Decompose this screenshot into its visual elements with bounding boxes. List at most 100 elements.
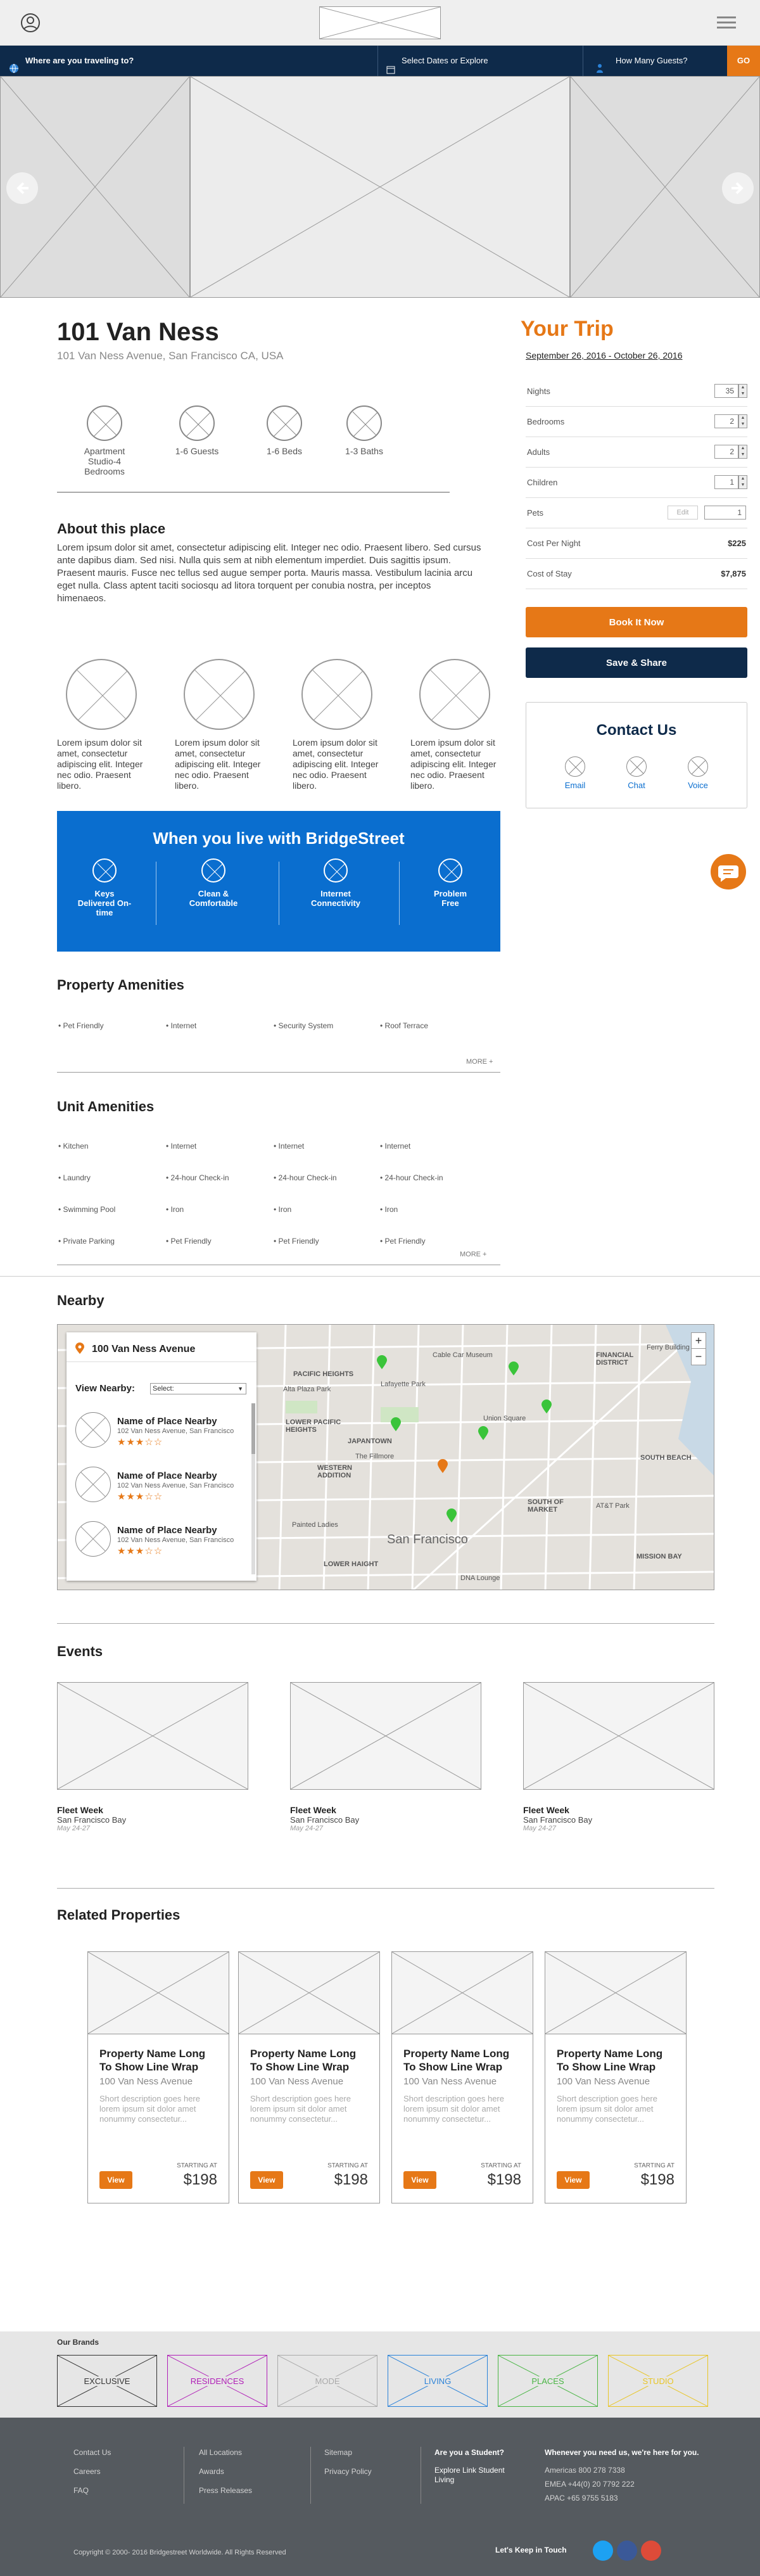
pets-edit-button[interactable]: Edit <box>668 506 698 520</box>
save-share-button[interactable]: Save & Share <box>526 647 747 678</box>
social-facebook-icon[interactable] <box>617 2541 637 2561</box>
map-pin-icon[interactable] <box>509 1361 519 1375</box>
benefit-problem-free: Problem Free <box>403 858 498 908</box>
stepper-arrows-icon[interactable]: ▲ ▼ <box>738 475 747 489</box>
trip-dates-link[interactable]: September 26, 2016 - October 26, 2016 <box>526 350 683 360</box>
gallery-next-arrow-icon[interactable] <box>722 172 754 204</box>
brand-logo-exclusive[interactable]: EXCLUSIVE <box>57 2355 157 2407</box>
brand-logo-residences[interactable]: RESIDENCES <box>167 2355 267 2407</box>
view-button[interactable]: View <box>99 2171 132 2189</box>
view-nearby-select[interactable]: Select: ▼ <box>150 1383 246 1394</box>
related-property-card[interactable]: Property Name Long To Show Line Wrap 100 … <box>391 1951 533 2203</box>
unit-amenities-more-link[interactable]: MORE + <box>460 1251 486 1258</box>
copyright: Copyright © 2000- 2016 Bridgestreet Worl… <box>73 2549 286 2556</box>
footer-link[interactable]: Contact Us <box>73 2448 111 2458</box>
footer-link[interactable]: Privacy Policy <box>324 2467 372 2477</box>
stepper-input[interactable]: 35 <box>714 384 738 398</box>
amenity-item: • Private Parking <box>58 1237 115 1246</box>
highlight-text: Lorem ipsum dolor sit amet, consectetur … <box>293 737 379 791</box>
amenity-label: Iron <box>384 1205 398 1214</box>
view-button[interactable]: View <box>250 2171 283 2189</box>
zoom-in-button[interactable]: + <box>692 1333 706 1349</box>
stepper-arrows-icon[interactable]: ▲ ▼ <box>738 384 747 398</box>
footer-link[interactable]: Press Releases <box>199 2486 252 2496</box>
stepper-arrows-icon[interactable]: ▲ ▼ <box>738 414 747 428</box>
stepper-input[interactable]: 1 <box>714 475 738 489</box>
hero-gallery <box>0 76 760 298</box>
footer-link[interactable]: All Locations <box>199 2448 242 2458</box>
student-link[interactable]: Explore Link Student Living <box>434 2466 523 2485</box>
contact-card: Contact Us Email Chat Voice <box>526 702 747 808</box>
user-circle-icon[interactable] <box>20 13 41 33</box>
property-price: $198 <box>183 2171 217 2188</box>
stepper-arrows-icon[interactable]: ▲ ▼ <box>738 445 747 459</box>
social-twitter-icon[interactable] <box>593 2541 613 2561</box>
event-location: San Francisco Bay <box>523 1815 593 1825</box>
field-label: Cost Per Night <box>527 539 581 548</box>
go-button[interactable]: GO <box>727 46 760 76</box>
related-heading: Related Properties <box>57 1907 180 1923</box>
brand-logo-studio[interactable]: STUDIO <box>608 2355 708 2407</box>
gallery-image-main[interactable] <box>190 76 570 298</box>
trip-row-nights: Nights 35 ▲ ▼ <box>526 376 747 407</box>
stepper-input[interactable]: 2 <box>714 414 738 428</box>
divider <box>377 46 378 76</box>
property-pin-icon[interactable] <box>438 1459 448 1473</box>
gallery-prev-arrow-icon[interactable] <box>6 172 38 204</box>
nearby-place-item[interactable]: Name of Place Nearby 102 Van Ness Avenue,… <box>75 1460 253 1511</box>
search-bar: Where are you traveling to? Select Dates… <box>0 46 760 76</box>
pets-input[interactable]: 1 <box>704 506 746 520</box>
footer-link[interactable]: Awards <box>199 2467 224 2477</box>
nearby-map[interactable]: PACIFIC HEIGHTS Alta Plaza Park Lafayett… <box>57 1324 714 1590</box>
student-heading: Are you a Student? <box>434 2448 505 2457</box>
nearby-place-item[interactable]: Name of Place Nearby 102 Van Ness Avenue,… <box>75 1406 253 1457</box>
map-pin-icon[interactable] <box>478 1426 488 1440</box>
property-image <box>239 1952 379 2034</box>
brand-logo-places[interactable]: PLACES <box>498 2355 598 2407</box>
benefit-label: Problem Free <box>433 889 467 908</box>
hamburger-icon[interactable] <box>717 15 736 30</box>
nearby-panel: 100 Van Ness Avenue View Nearby: Select:… <box>66 1332 256 1581</box>
view-button[interactable]: View <box>557 2171 590 2189</box>
stepper-input[interactable]: 2 <box>714 445 738 459</box>
contact-label: Voice <box>688 781 708 790</box>
dates-field[interactable]: Select Dates or Explore <box>386 46 488 76</box>
chat-bubble-icon[interactable] <box>711 854 746 889</box>
map-pin-icon[interactable] <box>542 1400 552 1413</box>
map-pin-icon[interactable] <box>391 1417 401 1431</box>
map-pin-icon[interactable] <box>377 1355 387 1369</box>
logo-placeholder[interactable] <box>319 6 441 39</box>
view-button[interactable]: View <box>403 2171 436 2189</box>
book-it-now-button[interactable]: Book It Now <box>526 607 747 637</box>
brand-logo-living[interactable]: LIVING <box>388 2355 488 2407</box>
field-label: Children <box>527 478 558 487</box>
event-card[interactable]: Fleet Week San Francisco Bay May 24-27 <box>523 1682 714 1832</box>
brand-logo-mode[interactable]: MODE <box>277 2355 377 2407</box>
footer-link[interactable]: Sitemap <box>324 2448 352 2458</box>
event-card[interactable]: Fleet Week San Francisco Bay May 24-27 <box>290 1682 481 1832</box>
social-google-icon[interactable] <box>641 2541 661 2561</box>
map-label: SOUTH OF MARKET <box>528 1498 564 1514</box>
property-amenities-more-link[interactable]: MORE + <box>466 1058 493 1066</box>
dates-placeholder: Select Dates or Explore <box>402 56 488 65</box>
place-name: Name of Place Nearby <box>117 1525 217 1536</box>
location-pin-icon <box>75 1342 84 1354</box>
contact-chat[interactable]: Chat <box>614 756 659 790</box>
nearby-place-item[interactable]: Name of Place Nearby 102 Van Ness Avenue,… <box>75 1515 253 1565</box>
related-property-card[interactable]: Property Name Long To Show Line Wrap 100 … <box>238 1951 380 2203</box>
destination-field[interactable]: Where are you traveling to? <box>9 46 134 76</box>
contact-voice[interactable]: Voice <box>676 756 720 790</box>
related-property-card[interactable]: Property Name Long To Show Line Wrap 100 … <box>87 1951 229 2203</box>
zoom-out-button[interactable]: − <box>692 1349 706 1365</box>
amenity-label: Pet Friendly <box>170 1237 212 1246</box>
benefits-heading: When you live with BridgeStreet <box>153 829 405 848</box>
contact-email[interactable]: Email <box>553 756 597 790</box>
related-property-card[interactable]: Property Name Long To Show Line Wrap 100 … <box>545 1951 687 2203</box>
event-card[interactable]: Fleet Week San Francisco Bay May 24-27 <box>57 1682 248 1832</box>
person-icon <box>595 56 604 73</box>
footer-link[interactable]: FAQ <box>73 2486 89 2496</box>
field-label: Nights <box>527 386 550 396</box>
map-pin-icon[interactable] <box>446 1508 457 1522</box>
guests-field[interactable]: How Many Guests? <box>595 46 687 76</box>
footer-link[interactable]: Careers <box>73 2467 101 2477</box>
